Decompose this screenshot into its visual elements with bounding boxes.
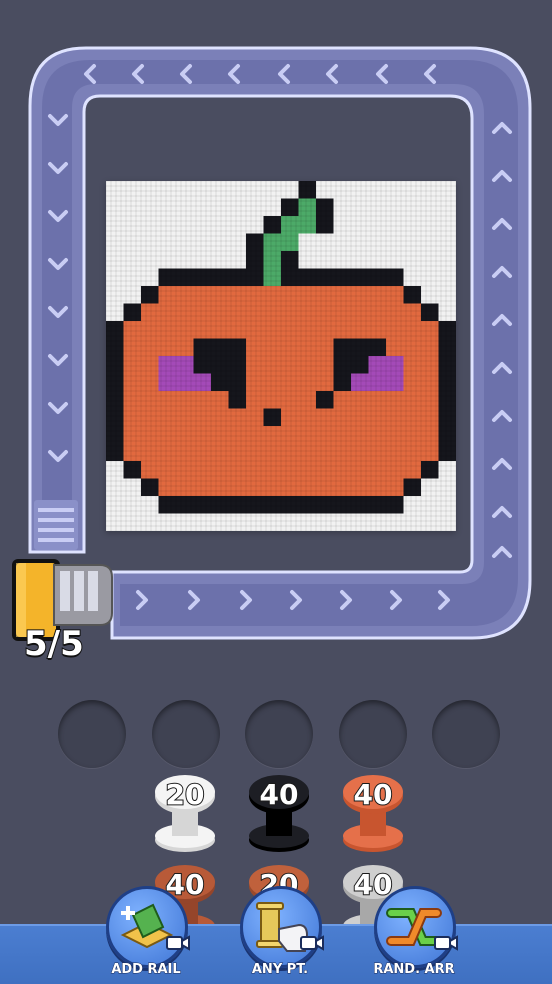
any-point-icon bbox=[240, 886, 322, 968]
random-arrange-label: RAND. ARR bbox=[373, 962, 455, 978]
spool-count: 20 bbox=[165, 777, 206, 812]
empty-slot[interactable] bbox=[152, 700, 220, 768]
thread-spool[interactable]: 20 bbox=[150, 774, 220, 856]
pixel-pattern[interactable] bbox=[106, 181, 456, 531]
slot-row bbox=[56, 700, 506, 768]
add-rail-label: ADD RAIL bbox=[111, 962, 181, 978]
any-point-label: ANY PT. bbox=[251, 962, 309, 978]
spool-count: 40 bbox=[353, 777, 394, 812]
empty-slot[interactable] bbox=[58, 700, 126, 768]
empty-slot[interactable] bbox=[432, 700, 500, 768]
add-rail-icon bbox=[106, 886, 188, 968]
thread-spool[interactable]: 40 bbox=[338, 774, 408, 856]
random-arrange-icon bbox=[374, 886, 456, 968]
game-screen: 5/5 20 40 40 40 20 40 ADD RAIL ANY PT. R… bbox=[0, 0, 552, 984]
empty-slot[interactable] bbox=[245, 700, 313, 768]
video-ad-icon bbox=[300, 935, 324, 951]
belt-ladder bbox=[34, 500, 78, 550]
cart-count: 5/5 bbox=[23, 623, 85, 665]
video-ad-icon bbox=[166, 935, 190, 951]
empty-slot[interactable] bbox=[339, 700, 407, 768]
any-point-button[interactable]: ANY PT. bbox=[230, 886, 330, 982]
random-arrange-button[interactable]: RAND. ARR bbox=[364, 886, 464, 982]
video-ad-icon bbox=[434, 935, 458, 951]
spool-count: 40 bbox=[259, 777, 300, 812]
thread-spool[interactable]: 40 bbox=[244, 774, 314, 856]
add-rail-button[interactable]: ADD RAIL bbox=[96, 886, 196, 982]
